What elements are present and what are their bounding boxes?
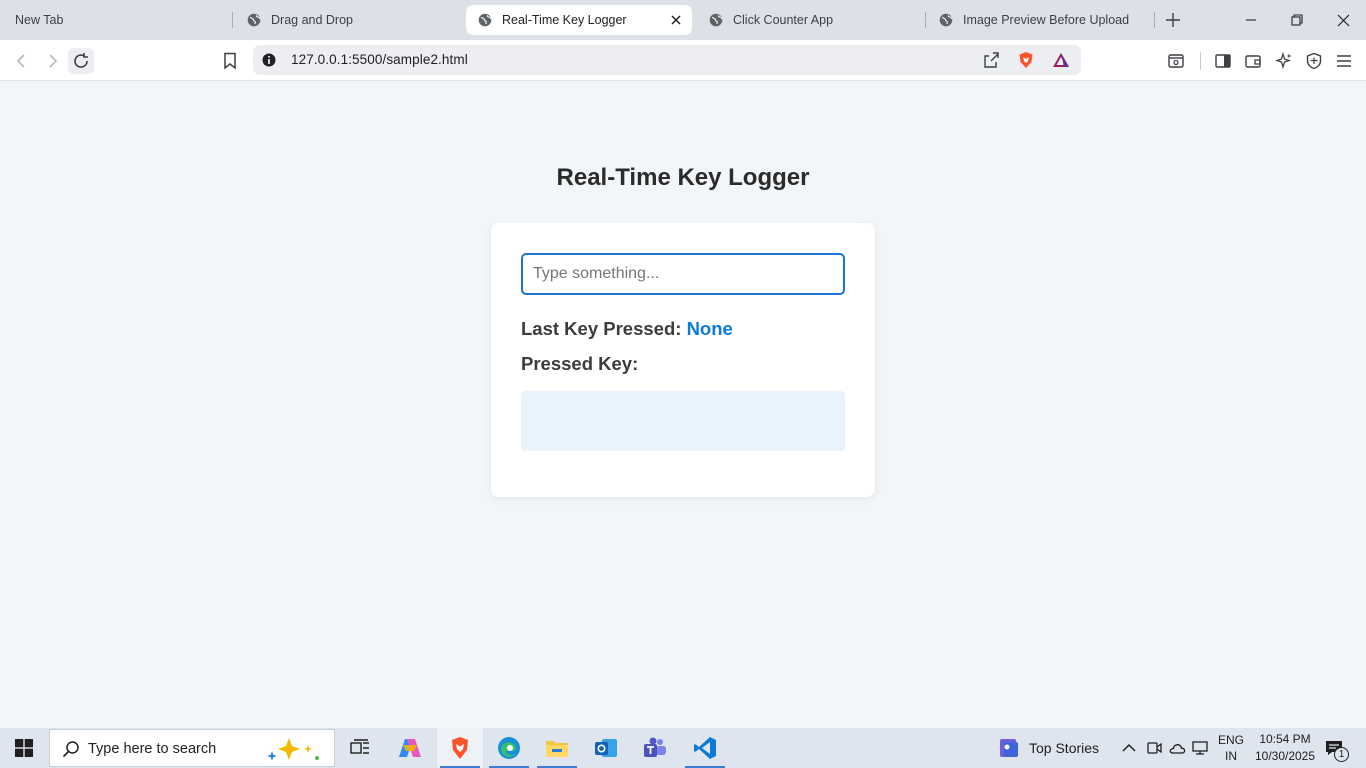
globe-icon — [478, 13, 492, 27]
teams-icon — [644, 737, 666, 757]
teams-app[interactable] — [632, 728, 678, 768]
news-label: Top Stories — [1029, 740, 1100, 756]
close-window-button[interactable] — [1331, 8, 1355, 32]
last-key-label: Last Key Pressed: — [521, 318, 682, 339]
forward-button[interactable] — [39, 48, 65, 74]
menu-button[interactable] — [1331, 48, 1357, 74]
language-primary[interactable]: ENG — [1218, 733, 1244, 747]
copilot-sparkle-icon — [267, 738, 319, 761]
brave-browser-app[interactable] — [437, 728, 483, 768]
tab-title: Drag and Drop — [271, 13, 353, 27]
file-explorer-app[interactable] — [534, 728, 580, 768]
tab-real-time-key-logger[interactable]: Real-Time Key Logger — [466, 5, 692, 35]
sidebar-button[interactable] — [1210, 48, 1236, 74]
tab-title: Click Counter App — [733, 13, 834, 27]
arrow-left-icon — [16, 54, 25, 68]
tab-drag-and-drop[interactable]: Drag and Drop — [247, 5, 447, 35]
task-view-button[interactable] — [337, 728, 383, 768]
back-button[interactable] — [9, 48, 35, 74]
leo-ai-button[interactable] — [1271, 48, 1297, 74]
vscode-app[interactable] — [682, 728, 728, 768]
sidebar-icon — [1215, 54, 1231, 68]
minimize-icon — [1246, 19, 1256, 21]
reload-button[interactable] — [68, 48, 94, 74]
outlook-icon — [595, 739, 617, 757]
url-text[interactable]: 127.0.0.1:5500/sample2.html — [291, 52, 468, 67]
news-widget[interactable]: Top Stories — [996, 728, 1106, 768]
news-icon — [1000, 739, 1018, 757]
task-view-icon — [350, 739, 369, 754]
edge-icon — [498, 737, 520, 759]
tab-title: Image Preview Before Upload — [963, 13, 1130, 27]
search-placeholder: Type here to search — [88, 741, 217, 757]
arrow-right-icon — [49, 54, 58, 68]
meet-now-icon[interactable] — [1145, 739, 1163, 757]
key-logger-card: Last Key Pressed: None Pressed Key: — [491, 223, 875, 497]
globe-icon — [709, 13, 723, 27]
chevron-up-icon[interactable] — [1120, 739, 1138, 757]
share-icon[interactable] — [982, 51, 1000, 69]
close-icon[interactable] — [670, 14, 682, 26]
outlook-app[interactable] — [583, 728, 629, 768]
globe-icon — [939, 13, 953, 27]
hamburger-menu-icon — [1337, 55, 1351, 67]
folder-icon — [546, 741, 568, 757]
windows-logo-icon — [15, 739, 33, 757]
wallet-icon — [1245, 55, 1261, 68]
tab-strip: New Tab Drag and Drop Real-Time Key Logg… — [0, 0, 1366, 40]
close-icon — [1337, 14, 1349, 26]
vpn-button[interactable] — [1301, 48, 1327, 74]
clock-date[interactable]: 10/30/2025 — [1250, 749, 1320, 763]
leo-button[interactable] — [1163, 48, 1189, 74]
last-key-value: None — [686, 318, 733, 339]
start-button[interactable] — [0, 728, 48, 768]
shield-icon — [1306, 52, 1322, 70]
taskbar: Type here to search Top Stories ENG IN 1… — [0, 728, 1366, 768]
clock-time[interactable]: 10:54 PM — [1250, 732, 1320, 746]
restore-icon — [1291, 14, 1303, 26]
pressed-key-display — [521, 391, 845, 451]
copilot-app[interactable] — [387, 728, 433, 768]
edge-app[interactable] — [486, 728, 532, 768]
browser-toolbar: 127.0.0.1:5500/sample2.html — [0, 40, 1366, 81]
network-icon[interactable] — [1191, 739, 1209, 757]
address-bar[interactable]: 127.0.0.1:5500/sample2.html — [253, 45, 1081, 75]
brave-rewards-icon[interactable] — [1052, 51, 1070, 69]
tab-title: New Tab — [15, 13, 64, 27]
toolbar-divider — [1200, 52, 1201, 70]
tab-separator — [232, 12, 233, 28]
tab-search-icon — [1168, 54, 1184, 68]
tab-separator — [925, 12, 926, 28]
search-icon — [62, 741, 79, 758]
brave-icon — [452, 737, 468, 759]
pressed-key-label: Pressed Key: — [521, 353, 639, 374]
last-key-row: Last Key Pressed: None — [521, 318, 733, 340]
tab-title: Real-Time Key Logger — [502, 13, 627, 27]
tab-new-tab[interactable]: New Tab — [15, 5, 215, 35]
onedrive-cloud-icon[interactable] — [1168, 739, 1186, 757]
key-input[interactable] — [521, 253, 845, 295]
page-title: Real-Time Key Logger — [556, 164, 810, 191]
pressed-key-row: Pressed Key: — [521, 353, 638, 375]
bookmark-icon — [224, 52, 236, 70]
tab-image-preview[interactable]: Image Preview Before Upload — [939, 5, 1144, 35]
minimize-button[interactable] — [1239, 8, 1263, 32]
tab-click-counter-app[interactable]: Click Counter App — [709, 5, 909, 35]
tab-separator — [1154, 12, 1155, 28]
vscode-icon — [694, 737, 716, 759]
notification-center-button[interactable]: 1 — [1322, 736, 1352, 762]
bookmark-button[interactable] — [217, 48, 243, 74]
new-tab-plus-icon[interactable] — [1163, 10, 1183, 30]
brave-shields-icon[interactable] — [1017, 51, 1035, 69]
globe-icon — [247, 13, 261, 27]
notification-badge: 1 — [1334, 747, 1349, 762]
wallet-button[interactable] — [1240, 48, 1266, 74]
copilot-icon — [399, 739, 421, 757]
taskbar-search[interactable]: Type here to search — [49, 729, 335, 767]
restore-button[interactable] — [1285, 8, 1309, 32]
site-info-icon[interactable] — [262, 53, 276, 67]
sparkle-icon — [1275, 52, 1292, 70]
reload-icon — [74, 53, 88, 68]
language-secondary[interactable]: IN — [1218, 749, 1244, 763]
